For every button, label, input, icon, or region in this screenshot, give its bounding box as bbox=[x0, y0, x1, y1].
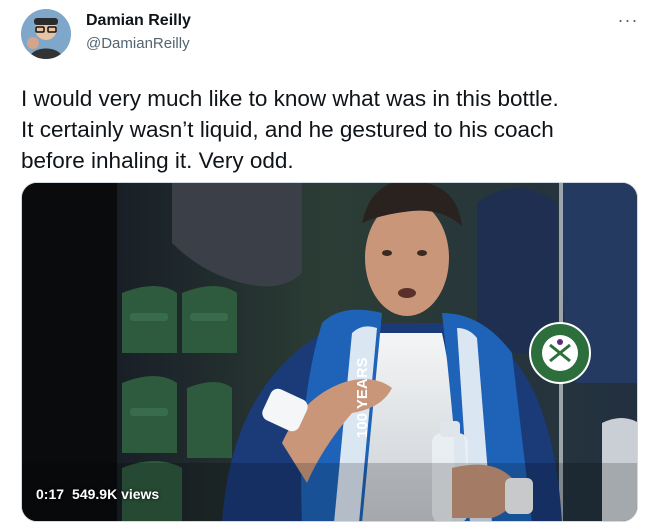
tweet-card: Damian Reilly @DamianReilly ··· I would … bbox=[0, 0, 650, 525]
tweet-text: I would very much like to know what was … bbox=[21, 83, 641, 176]
video-view-count: 549.9K views bbox=[72, 486, 160, 502]
more-options-button[interactable]: ··· bbox=[612, 8, 644, 32]
wimbledon-championships-logo-icon bbox=[529, 322, 591, 384]
video-frame: 100 YEARS bbox=[22, 183, 637, 521]
svg-text:100 YEARS: 100 YEARS bbox=[354, 357, 371, 438]
video-player[interactable]: 100 YEARS bbox=[21, 182, 638, 522]
author-display-name[interactable]: Damian Reilly bbox=[86, 12, 191, 30]
tweet-text-line: It certainly wasn’t liquid, and he gestu… bbox=[21, 117, 554, 142]
more-horizontal-icon: ··· bbox=[617, 9, 639, 30]
video-elapsed-time: 0:17 bbox=[36, 486, 65, 502]
profile-photo-icon bbox=[21, 9, 71, 59]
tweet-text-line: before inhaling it. Very odd. bbox=[21, 148, 294, 173]
author-avatar[interactable] bbox=[21, 9, 71, 59]
author-handle[interactable]: @DamianReilly bbox=[86, 35, 190, 52]
video-meta: 0:17 549.9K views bbox=[36, 486, 159, 502]
tweet-text-line: I would very much like to know what was … bbox=[21, 86, 559, 111]
